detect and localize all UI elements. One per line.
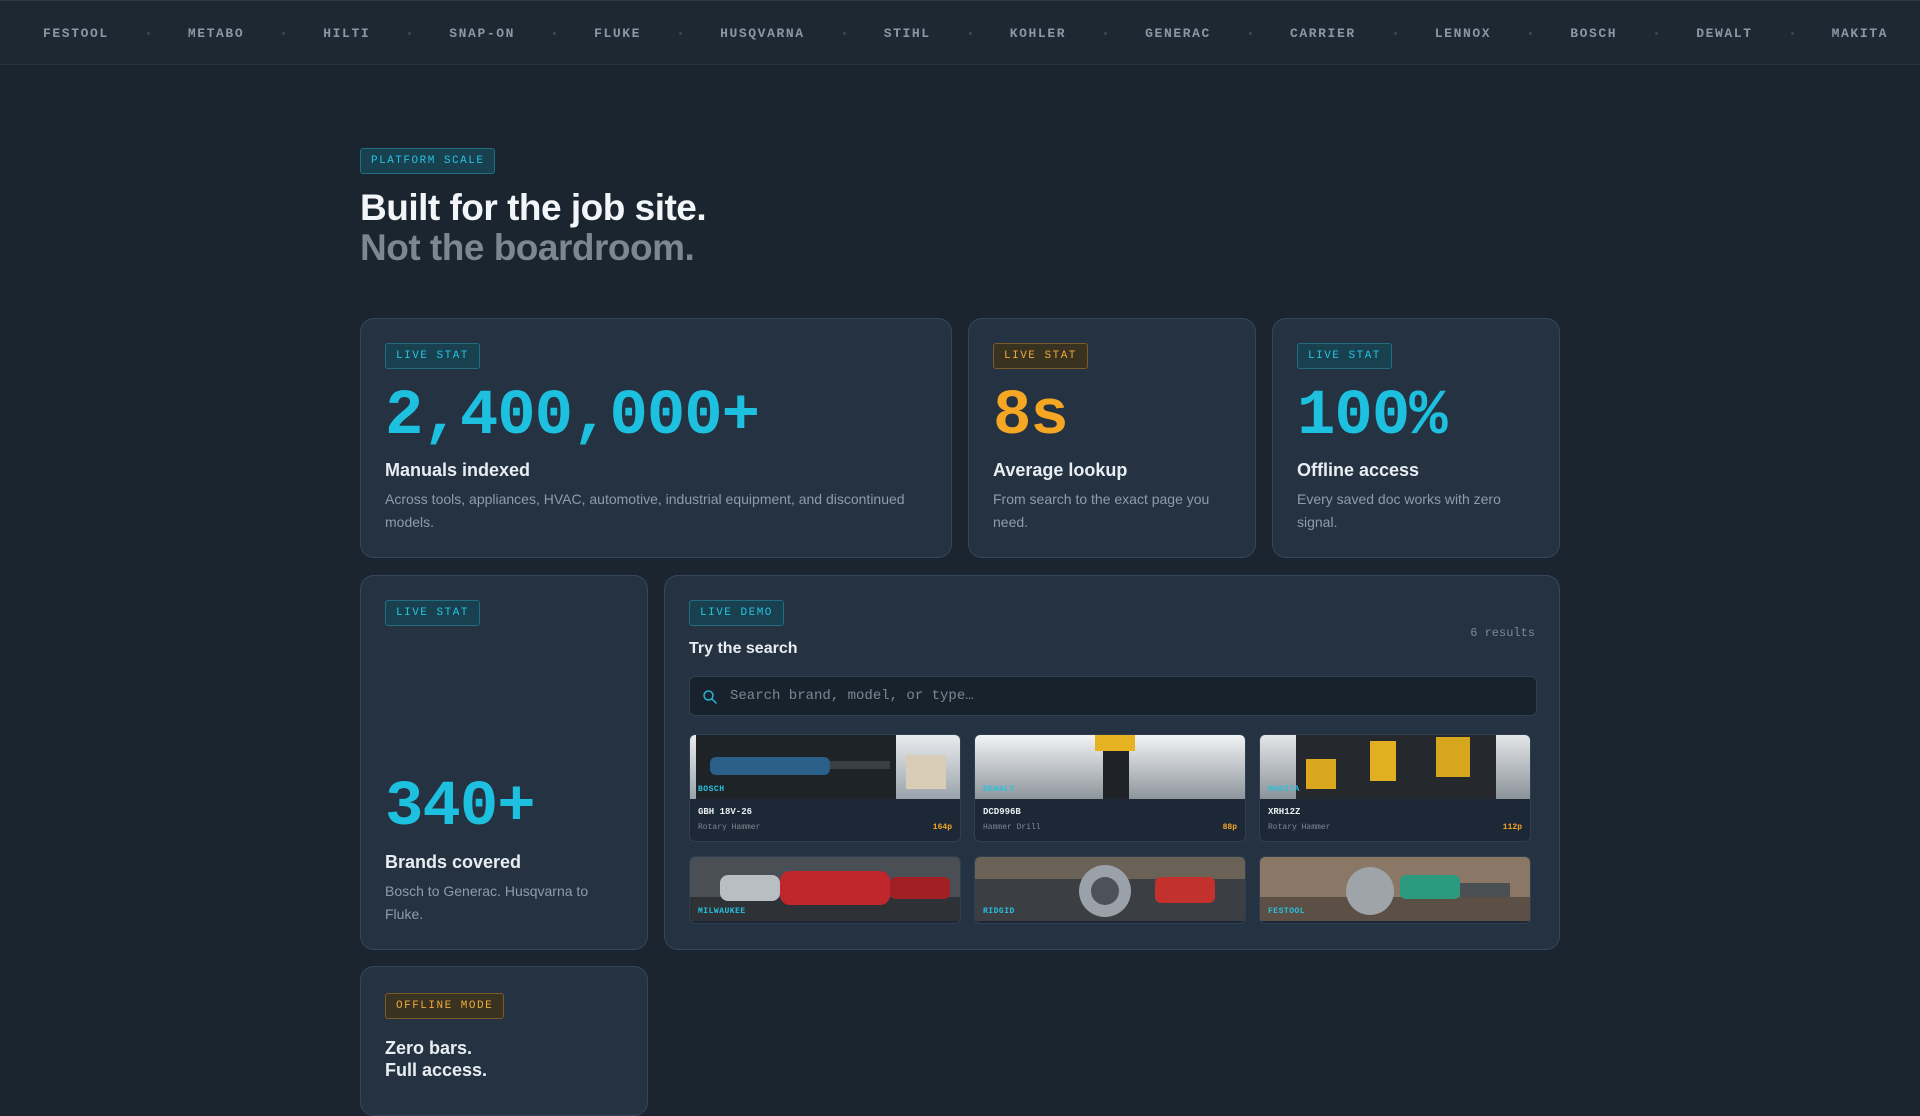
stat-description: Across tools, appliances, HVAC, automoti… xyxy=(385,491,905,530)
brand-item: FLUKE xyxy=(594,26,642,41)
brand-item: FESTOOL xyxy=(43,26,109,41)
result-card[interactable]: DEWALT DCD996B Hammer Drill 88p xyxy=(974,734,1246,842)
brand-item: BOSCH xyxy=(1570,26,1618,41)
separator-dot xyxy=(282,32,286,35)
brand-item: STIHL xyxy=(883,26,931,41)
live-stat-tag: LIVE STAT xyxy=(385,600,480,626)
separator-dot xyxy=(146,32,150,35)
result-model: GBH 18V-26 xyxy=(698,807,753,817)
stat-card-lookup: LIVE STAT 8s Average lookup From search … xyxy=(968,318,1256,558)
product-image xyxy=(690,735,960,799)
product-image xyxy=(975,735,1245,799)
offline-mode-tag: OFFLINE MODE xyxy=(385,993,505,1019)
product-image xyxy=(1260,735,1530,799)
live-demo-tag: LIVE DEMO xyxy=(689,600,784,626)
offline-title-line: Zero bars. xyxy=(385,1038,473,1058)
result-brand: MAKITA xyxy=(1268,785,1300,794)
result-brand: BOSCH xyxy=(698,785,725,794)
stat-value: 2,400,000+ xyxy=(385,381,760,453)
separator-dot xyxy=(1790,32,1794,35)
brand-item: SNAP-ON xyxy=(449,26,516,41)
result-brand: DEWALT xyxy=(983,785,1015,794)
brand-item: LENNOX xyxy=(1434,26,1492,41)
result-type: Rotary Hammer xyxy=(1268,823,1331,832)
result-card[interactable]: RIDGID xyxy=(974,856,1246,924)
separator-dot xyxy=(1104,32,1108,35)
search-demo-card: LIVE DEMO Try the search 6 results BOSCH… xyxy=(664,575,1560,950)
brand-item: GENERAC xyxy=(1145,26,1211,41)
search-input[interactable] xyxy=(730,677,1520,715)
stat-description: From search to the exact page you need. xyxy=(993,491,1210,530)
result-brand: RIDGID xyxy=(983,907,1015,916)
page-subtitle: Not the boardroom. xyxy=(360,227,695,268)
offline-title-line: Full access. xyxy=(385,1060,488,1080)
product-image xyxy=(975,857,1245,921)
result-pages: 164p xyxy=(932,823,952,832)
separator-dot xyxy=(1529,32,1533,35)
separator-dot xyxy=(1393,32,1397,35)
result-card[interactable]: MAKITA XRH12Z Rotary Hammer 112p xyxy=(1259,734,1531,842)
demo-title: Try the search xyxy=(689,640,798,657)
result-model: DCD996B xyxy=(983,807,1021,817)
brand-list: FESTOOL METABO HILTI SNAP-ON FLUKE HUSQVARNA S… xyxy=(43,26,1920,41)
live-stat-tag: LIVE STAT xyxy=(993,343,1088,369)
live-stat-tag: LIVE STAT xyxy=(1297,343,1392,369)
page-title: Built for the job site. xyxy=(360,187,707,228)
stat-value: 100% xyxy=(1297,381,1448,453)
stat-label: Manuals indexed xyxy=(385,460,531,480)
separator-dot xyxy=(842,32,846,35)
search-icon xyxy=(703,690,717,704)
live-stat-tag: LIVE STAT xyxy=(385,343,480,369)
stat-card-brands: LIVE STAT 340+ Brands covered Bosch to G… xyxy=(360,575,648,950)
brand-item: MAKITA xyxy=(1831,26,1889,41)
brand-item: HUSQVARNA xyxy=(720,26,805,41)
stat-label: Offline access xyxy=(1297,460,1420,480)
result-brand: FESTOOL xyxy=(1268,907,1306,916)
brand-item: CARRIER xyxy=(1289,26,1356,41)
brand-item: HILTI xyxy=(323,26,371,41)
result-type: Rotary Hammer xyxy=(698,823,761,832)
search-box[interactable] xyxy=(689,676,1537,716)
brand-item: DEWALT xyxy=(1696,26,1753,41)
stat-label: Average lookup xyxy=(993,460,1128,480)
result-pages: 112p xyxy=(1502,823,1522,832)
result-card[interactable]: MILWAUKEE xyxy=(689,856,961,924)
result-brand: MILWAUKEE xyxy=(698,907,746,916)
result-card[interactable]: BOSCH GBH 18V-26 Rotary Hammer 164p xyxy=(689,734,961,842)
stat-description: Every saved doc works with zero signal. xyxy=(1297,491,1501,530)
result-count: 6 results xyxy=(1470,626,1535,640)
offline-mode-card: OFFLINE MODE Zero bars. Full access. xyxy=(360,966,648,1116)
result-card[interactable]: FESTOOL xyxy=(1259,856,1531,924)
brand-item: METABO xyxy=(187,26,245,41)
brand-marquee: FESTOOL METABO HILTI SNAP-ON FLUKE HUSQVARNA S… xyxy=(0,0,1920,65)
separator-dot xyxy=(968,32,972,35)
separator-dot xyxy=(408,32,412,35)
offline-title: Zero bars. Full access. xyxy=(385,1037,487,1081)
result-pages: 88p xyxy=(1222,823,1237,832)
result-type: Hammer Drill xyxy=(983,823,1041,832)
separator-dot xyxy=(679,32,683,35)
stat-value: 8s xyxy=(993,381,1069,453)
stat-card-offline: LIVE STAT 100% Offline access Every save… xyxy=(1272,318,1560,558)
separator-dot xyxy=(1248,32,1252,35)
separator-dot xyxy=(553,32,557,35)
stat-description: Bosch to Generac. Husqvarna to Fluke. xyxy=(385,883,589,922)
stat-value: 340+ xyxy=(385,772,536,844)
brand-item: KOHLER xyxy=(1009,26,1067,41)
stat-card-manuals: LIVE STAT 2,400,000+ Manuals indexed Acr… xyxy=(360,318,952,558)
result-model: XRH12Z xyxy=(1268,807,1301,817)
stat-label: Brands covered xyxy=(385,852,522,872)
separator-dot xyxy=(1655,32,1659,35)
section-tag: PLATFORM SCALE xyxy=(360,148,496,174)
